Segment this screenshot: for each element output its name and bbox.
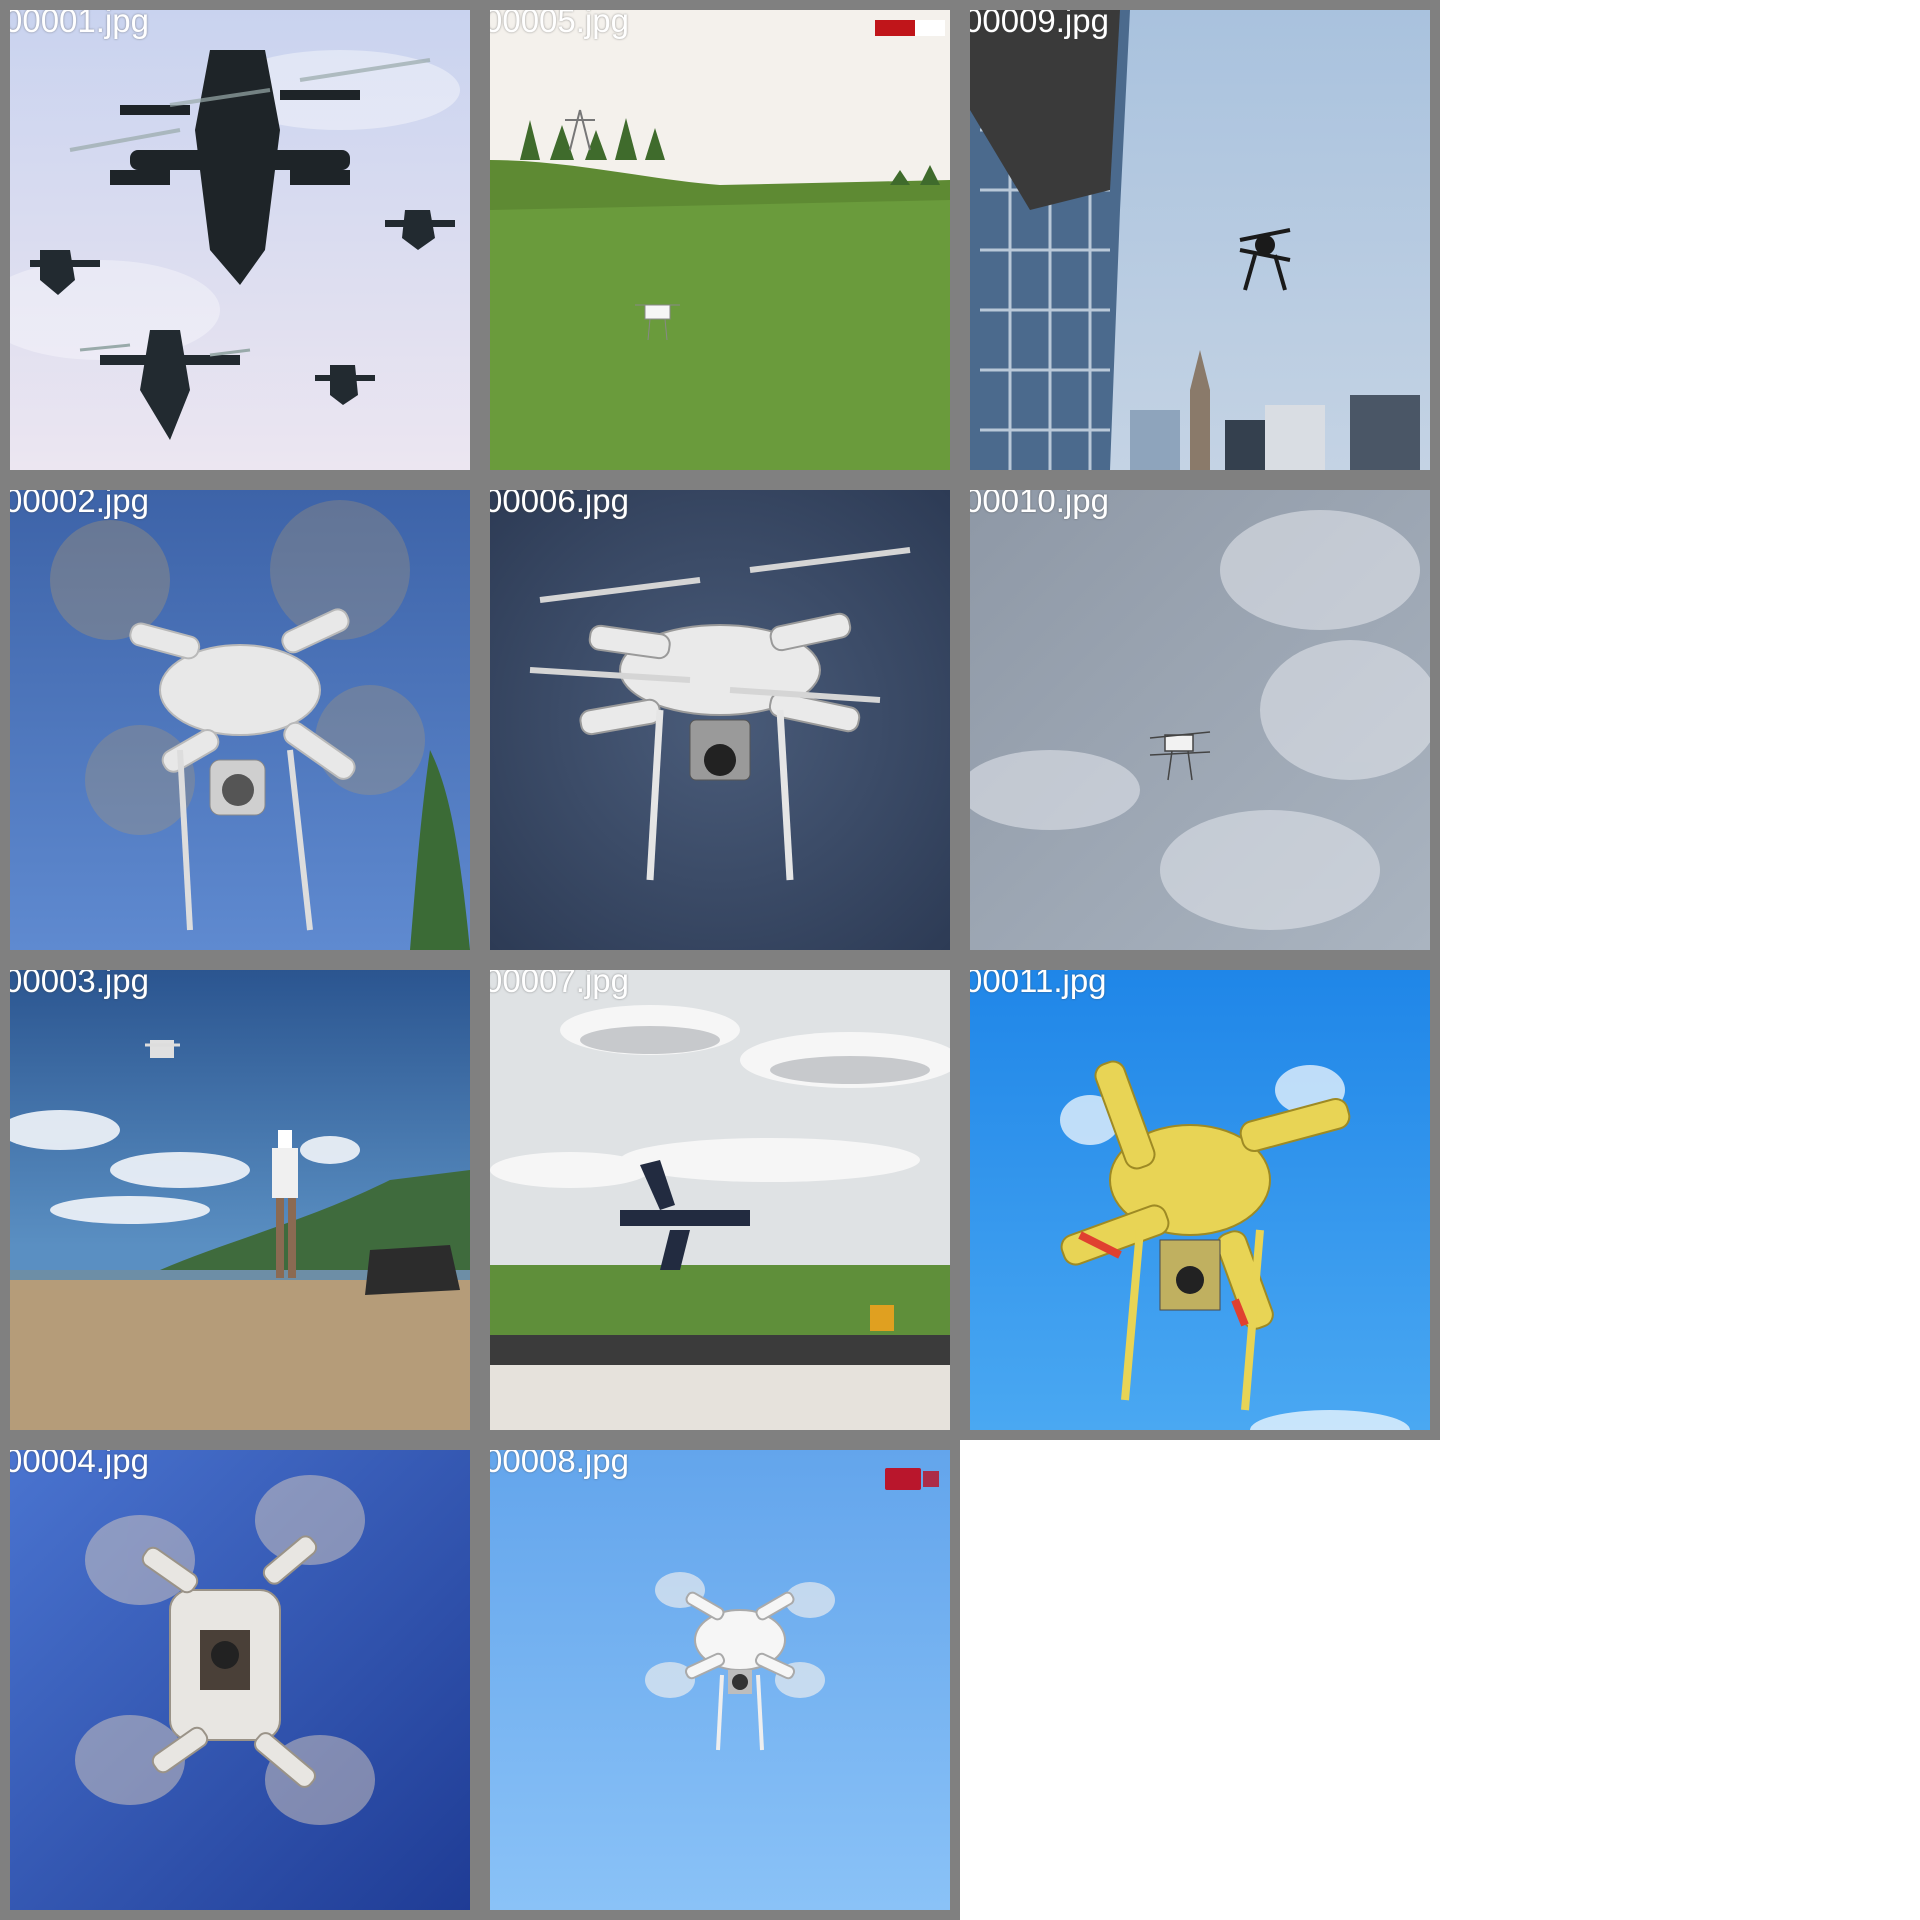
quadcopter-underside-blue-icon	[10, 1450, 470, 1910]
chip-tv-logo	[885, 1468, 940, 1495]
gallery-tile-00004[interactable]: 00004.jpg	[0, 1440, 480, 1920]
tile-filename-label: 00008.jpg	[484, 1442, 629, 1479]
gallery-tile-00006[interactable]: 00006.jpg	[480, 480, 960, 960]
tile-filename-label: 00010.jpg	[964, 482, 1109, 519]
gallery-tile-00009[interactable]: 00009.jpg	[960, 0, 1440, 480]
gallery-tile-00007[interactable]: 00007.jpg	[480, 960, 960, 1440]
tile-filename-label: 00009.jpg	[964, 2, 1109, 39]
gallery-tile-00001[interactable]: 00001.jpg	[0, 0, 480, 480]
white-quadcopter-light-blue-icon	[490, 1450, 950, 1910]
tile-filename-label: 00001.jpg	[4, 2, 149, 39]
tile-filename-label: 00005.jpg	[484, 2, 629, 39]
gallery-tile-00008[interactable]: 00008.jpg	[480, 1440, 960, 1920]
gallery-tile-00010[interactable]: 00010.jpg	[960, 480, 1440, 960]
beach-pilot-drone-icon	[10, 970, 470, 1430]
gallery-tile-00005[interactable]: 00005.jpg	[480, 0, 960, 480]
tile-filename-label: 00011.jpg	[964, 962, 1107, 999]
fixed-wing-drone-runway-icon	[490, 970, 950, 1430]
white-quadcopter-blue-sky-icon	[10, 490, 470, 950]
yellow-quadcopter-blue-sky-icon	[970, 970, 1430, 1430]
tile-filename-label: 00002.jpg	[4, 482, 149, 519]
small-drone-grass-field-icon	[490, 10, 950, 470]
tile-filename-label: 00007.jpg	[484, 962, 629, 999]
gallery-tile-00003[interactable]: 00003.jpg	[0, 960, 480, 1440]
small-drone-grey-clouds-icon	[970, 490, 1430, 950]
image-gallery-grid: 00001.jpg 00002.jpg 00003.jpg 00004.jpg …	[0, 0, 1920, 1920]
tile-filename-label: 00004.jpg	[4, 1442, 149, 1479]
drone-over-buildings-icon	[970, 10, 1430, 470]
gallery-tile-00002[interactable]: 00002.jpg	[0, 480, 480, 960]
tile-filename-label: 00006.jpg	[484, 482, 629, 519]
red-white-wordmark-logo	[875, 20, 945, 41]
quadcopter-gopro-dark-blue-icon	[490, 490, 950, 950]
tile-filename-label: 00003.jpg	[4, 962, 149, 999]
swarm-dark-drones-sky-icon	[10, 10, 470, 470]
gallery-tile-00011[interactable]: 00011.jpg	[960, 960, 1440, 1440]
